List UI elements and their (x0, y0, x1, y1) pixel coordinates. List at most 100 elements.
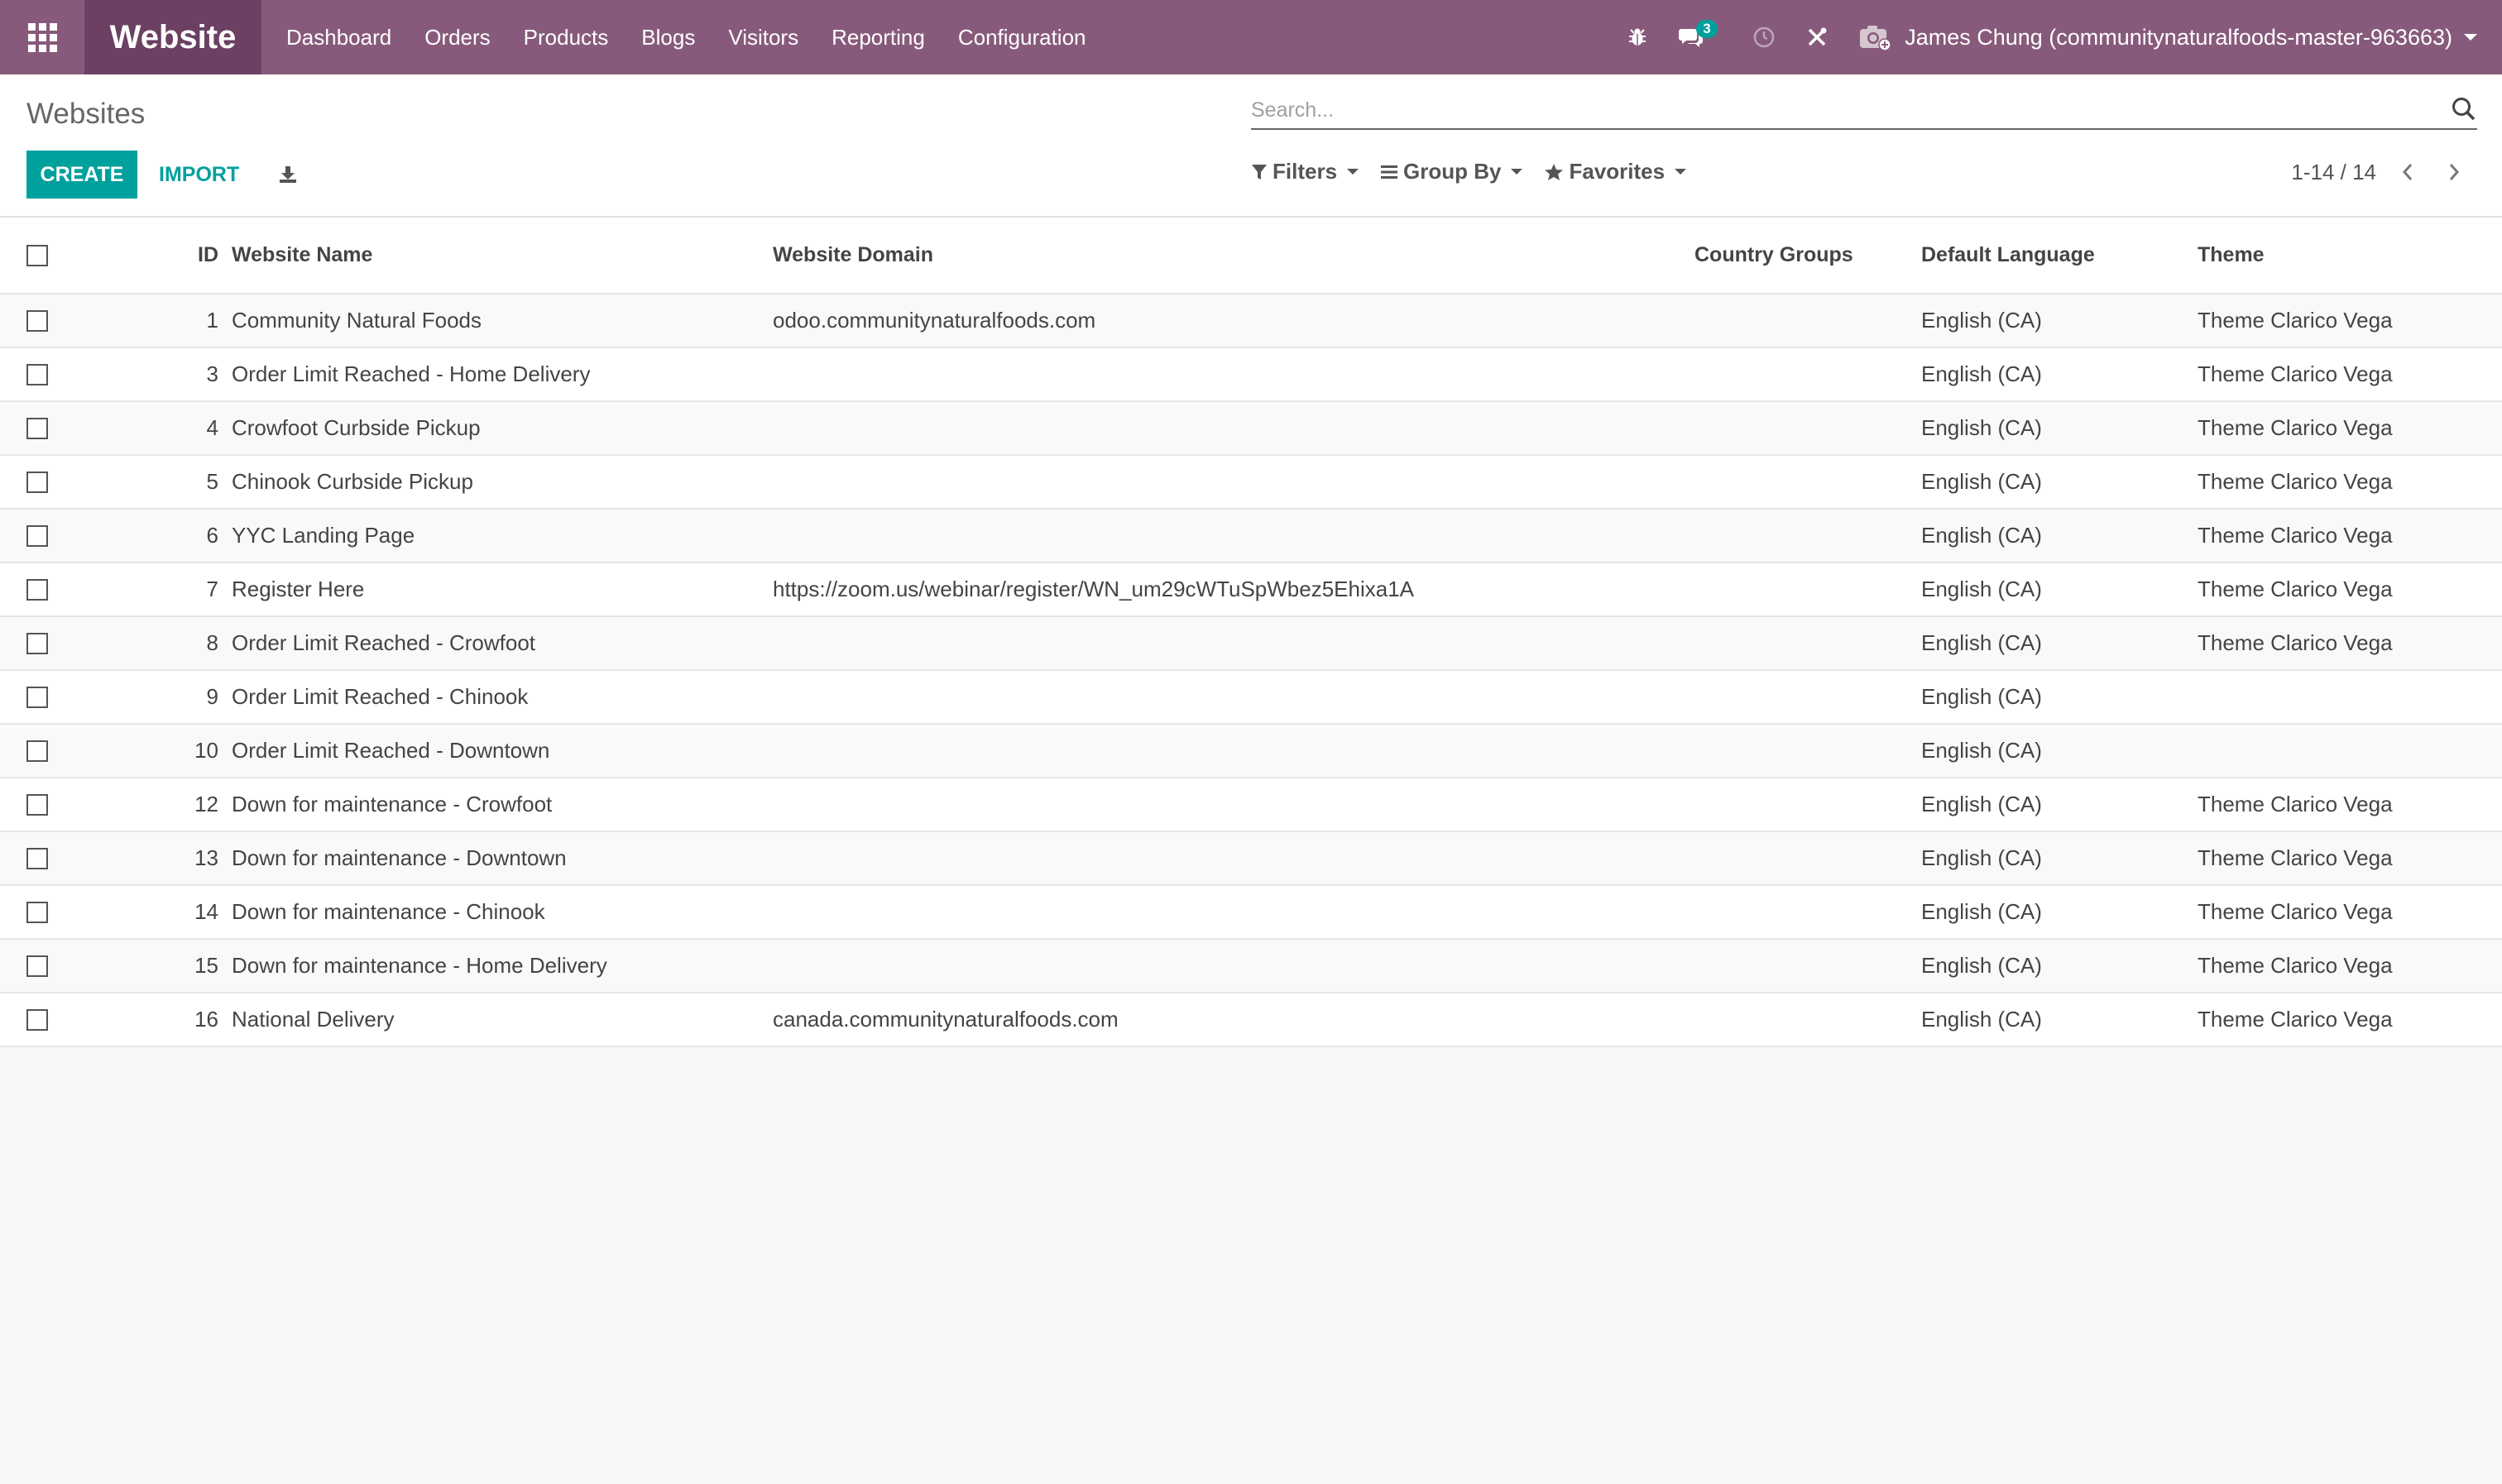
table-row[interactable]: 9 Order Limit Reached - Chinook English … (0, 670, 2502, 724)
menu-item-orders[interactable]: Orders (408, 0, 506, 74)
cell-language: English (CA) (1921, 792, 2042, 816)
pager-next-button[interactable] (2439, 157, 2469, 187)
row-checkbox[interactable] (26, 363, 48, 385)
column-header-name[interactable]: Website Name (232, 218, 764, 294)
cell-name: Down for maintenance - Crowfoot (232, 792, 553, 816)
row-checkbox[interactable] (26, 740, 48, 762)
column-header-id[interactable]: ID (74, 218, 232, 294)
cell-language: English (CA) (1921, 630, 2042, 655)
row-checkbox[interactable] (26, 309, 48, 332)
row-select-cell (0, 562, 74, 616)
caret-down-icon (1675, 169, 1687, 175)
cell-domain (764, 939, 1691, 993)
column-header-domain[interactable]: Website Domain (764, 218, 1691, 294)
create-button[interactable]: CREATE (26, 151, 137, 199)
row-select-cell (0, 670, 74, 724)
apps-menu-button[interactable] (0, 0, 84, 74)
menu-item-visitors[interactable]: Visitors (712, 0, 815, 74)
row-checkbox[interactable] (26, 793, 48, 816)
table-row[interactable]: 12 Down for maintenance - Crowfoot Engli… (0, 778, 2502, 831)
import-button[interactable]: IMPORT (144, 151, 254, 199)
filters-dropdown[interactable]: Filters (1251, 159, 1359, 184)
column-header-country-groups[interactable]: Country Groups (1691, 218, 1921, 294)
cell-domain (764, 831, 1691, 885)
table-row[interactable]: 8 Order Limit Reached - Crowfoot English… (0, 616, 2502, 670)
favorites-label: Favorites (1569, 159, 1666, 184)
pager: 1-14 / 14 (2291, 157, 2469, 187)
groupby-dropdown[interactable]: Group By (1380, 159, 1523, 184)
cell-domain (764, 885, 1691, 939)
caret-down-icon (1347, 169, 1359, 175)
cell-id: 1 (206, 308, 218, 333)
table-row[interactable]: 1 Community Natural Foods odoo.community… (0, 294, 2502, 347)
tools-button[interactable] (1790, 0, 1843, 74)
caret-down-icon (1511, 169, 1523, 175)
pager-value[interactable]: 1-14 / 14 (2291, 160, 2376, 185)
cell-theme: Theme Clarico Vega (2198, 630, 2393, 655)
table-row[interactable]: 14 Down for maintenance - Chinook Englis… (0, 885, 2502, 939)
select-all-checkbox[interactable] (26, 244, 48, 266)
cell-name: Chinook Curbside Pickup (232, 469, 473, 494)
row-select-cell (0, 993, 74, 1046)
table-row[interactable]: 3 Order Limit Reached - Home Delivery En… (0, 347, 2502, 401)
messages-count-badge: 3 (1696, 20, 1718, 38)
pager-previous-button[interactable] (2393, 157, 2423, 187)
groupby-label: Group By (1403, 159, 1502, 184)
cell-country-groups (1691, 616, 1921, 670)
user-menu[interactable]: James Chung (communitynaturalfoods-maste… (1843, 0, 2502, 74)
search-input[interactable] (1251, 93, 2409, 127)
row-select-cell (0, 831, 74, 885)
cell-id: 8 (206, 630, 218, 655)
cell-country-groups (1691, 670, 1921, 724)
row-select-cell (0, 939, 74, 993)
row-select-cell (0, 294, 74, 347)
table-row[interactable]: 16 National Delivery canada.communitynat… (0, 993, 2502, 1046)
search-options: Filters Group By Favorites (1251, 159, 1708, 184)
table-row[interactable]: 4 Crowfoot Curbside Pickup English (CA) … (0, 401, 2502, 455)
row-select-cell (0, 885, 74, 939)
messages-button[interactable]: 3 (1663, 0, 1738, 74)
menu-item-dashboard[interactable]: Dashboard (270, 0, 408, 74)
cell-name: Register Here (232, 577, 365, 601)
menu-item-blogs[interactable]: Blogs (625, 0, 712, 74)
debug-button[interactable] (1612, 0, 1663, 74)
table-row[interactable]: 7 Register Here https://zoom.us/webinar/… (0, 562, 2502, 616)
column-header-language[interactable]: Default Language (1921, 218, 2198, 294)
cell-name: Order Limit Reached - Home Delivery (232, 361, 591, 386)
activities-button[interactable] (1738, 0, 1790, 74)
row-checkbox[interactable] (26, 1008, 48, 1031)
menu-item-products[interactable]: Products (507, 0, 626, 74)
table-row[interactable]: 10 Order Limit Reached - Downtown Englis… (0, 724, 2502, 778)
menu-item-configuration[interactable]: Configuration (942, 0, 1103, 74)
search-icon[interactable] (2451, 96, 2477, 122)
row-checkbox[interactable] (26, 471, 48, 493)
export-button[interactable] (271, 151, 304, 199)
favorites-dropdown[interactable]: Favorites (1544, 159, 1687, 184)
row-checkbox[interactable] (26, 847, 48, 869)
table-row[interactable]: 13 Down for maintenance - Downtown Engli… (0, 831, 2502, 885)
row-checkbox[interactable] (26, 686, 48, 708)
row-checkbox[interactable] (26, 417, 48, 439)
search-bar (1251, 93, 2477, 130)
cell-language: English (CA) (1921, 899, 2042, 924)
user-name: James Chung (communitynaturalfoods-maste… (1905, 24, 2452, 50)
table-row[interactable]: 5 Chinook Curbside Pickup English (CA) T… (0, 455, 2502, 509)
menu-item-reporting[interactable]: Reporting (815, 0, 942, 74)
cell-theme: Theme Clarico Vega (2198, 792, 2393, 816)
cell-name: Down for maintenance - Home Delivery (232, 953, 607, 978)
cell-domain (764, 724, 1691, 778)
select-all-cell (0, 218, 74, 294)
row-checkbox[interactable] (26, 578, 48, 601)
table-row[interactable]: 15 Down for maintenance - Home Delivery … (0, 939, 2502, 993)
cell-id: 16 (194, 1007, 218, 1032)
cell-country-groups (1691, 401, 1921, 455)
row-checkbox[interactable] (26, 632, 48, 654)
main-menu: Dashboard Orders Products Blogs Visitors… (270, 0, 1103, 74)
app-brand[interactable]: Website (84, 0, 261, 74)
row-checkbox[interactable] (26, 901, 48, 923)
cell-name: Order Limit Reached - Crowfoot (232, 630, 536, 655)
row-checkbox[interactable] (26, 955, 48, 977)
table-row[interactable]: 6 YYC Landing Page English (CA) Theme Cl… (0, 509, 2502, 562)
row-checkbox[interactable] (26, 524, 48, 547)
column-header-theme[interactable]: Theme (2198, 218, 2502, 294)
